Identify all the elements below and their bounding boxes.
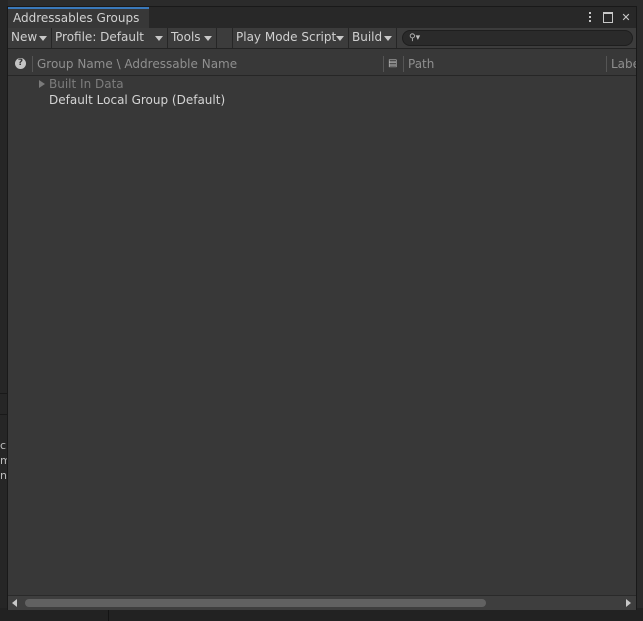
profile-dropdown[interactable]: Profile: Default <box>52 28 168 48</box>
column-divider[interactable] <box>606 56 607 72</box>
scroll-right-icon[interactable] <box>626 599 631 607</box>
build-label: Build <box>352 30 383 44</box>
chevron-down-icon <box>336 36 344 41</box>
foldout-arrow-icon[interactable] <box>39 80 45 88</box>
addressables-groups-window: Addressables Groups ✕ New Profile: Defau… <box>7 6 637 610</box>
tree-row-default-local-group[interactable]: Default Local Group (Default) <box>8 92 636 109</box>
column-group-name[interactable]: Group Name \ Addressable Name <box>37 53 377 75</box>
new-label: New <box>11 30 38 44</box>
tools-label: Tools <box>171 30 201 44</box>
column-path[interactable]: Path <box>408 53 598 75</box>
tab-addressables-groups[interactable]: Addressables Groups <box>8 7 149 28</box>
chevron-down-icon <box>155 36 163 41</box>
help-icon[interactable]: ? <box>15 58 26 69</box>
play-mode-label: Play Mode Script <box>236 30 337 44</box>
play-mode-script-dropdown[interactable]: Play Mode Script <box>233 28 349 48</box>
chevron-down-icon <box>204 36 212 41</box>
tree-row-built-in-data[interactable]: Built In Data <box>8 76 636 93</box>
column-divider[interactable] <box>403 56 404 72</box>
build-dropdown[interactable]: Build <box>349 28 397 48</box>
group-label: Built In Data <box>49 77 124 91</box>
chevron-down-icon <box>39 36 47 41</box>
tools-dropdown[interactable]: Tools <box>168 28 217 48</box>
kebab-menu-icon[interactable] <box>584 10 596 24</box>
profile-label: Profile: Default <box>55 30 145 44</box>
group-label: Default Local Group (Default) <box>49 93 226 107</box>
chevron-down-icon <box>384 36 392 41</box>
tab-bar: Addressables Groups ✕ <box>8 7 636 28</box>
column-labels[interactable]: Labels <box>611 53 636 75</box>
search-input[interactable]: ⚲▾ <box>402 30 633 46</box>
horizontal-scrollbar[interactable] <box>8 595 636 610</box>
sort-icon[interactable]: ▤ <box>388 58 400 70</box>
search-icon: ⚲▾ <box>409 33 421 43</box>
window-controls: ✕ <box>584 9 632 25</box>
scroll-left-icon[interactable] <box>12 599 17 607</box>
maximize-icon[interactable] <box>602 10 614 24</box>
column-divider[interactable] <box>32 56 33 72</box>
toolbar: New Profile: Default Tools Play Mode Scr… <box>8 28 636 49</box>
column-divider[interactable] <box>383 56 384 72</box>
new-dropdown[interactable]: New <box>8 28 52 48</box>
toolbar-spacer <box>217 28 233 48</box>
close-icon[interactable]: ✕ <box>620 10 632 24</box>
column-header: ? Group Name \ Addressable Name ▤ Path L… <box>8 53 636 76</box>
scrollbar-thumb[interactable] <box>25 599 486 607</box>
